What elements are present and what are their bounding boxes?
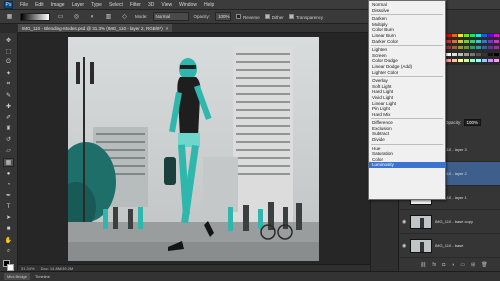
menu-file[interactable]: File: [20, 2, 28, 8]
menu-view[interactable]: View: [161, 2, 172, 8]
status-bar: 31.34% Doc: 14.8M/39.2M: [18, 264, 370, 271]
new-layer-icon[interactable]: ⊞: [471, 262, 475, 270]
menu-filter[interactable]: Filter: [130, 2, 141, 8]
reflected-gradient-icon[interactable]: ▥: [103, 12, 114, 21]
blend-mode-option[interactable]: Luminosity: [369, 162, 445, 169]
photoshop-logo: Ps: [4, 0, 13, 9]
menu-help[interactable]: Help: [204, 2, 214, 8]
hand-tool-icon[interactable]: ✋: [3, 236, 14, 244]
tab-timeline[interactable]: Timeline: [32, 273, 53, 280]
menu-layer[interactable]: Layer: [72, 2, 85, 8]
radial-gradient-icon[interactable]: ◎: [71, 12, 82, 21]
menu-separator: [371, 76, 443, 78]
crop-tool-icon[interactable]: ⌗: [3, 80, 14, 88]
transparency-option[interactable]: Transparency: [288, 13, 324, 20]
menu-select[interactable]: Select: [109, 2, 123, 8]
menu-type[interactable]: Type: [91, 2, 102, 8]
reverse-checkbox[interactable]: [236, 13, 242, 19]
zoom-level[interactable]: 31.34%: [21, 266, 35, 271]
canvas-image[interactable]: [68, 37, 319, 261]
blend-mode-menu: Normal Dissolve Darken Multiply Color Burn Li…: [368, 0, 446, 200]
eyedropper-icon[interactable]: ✎: [3, 91, 14, 99]
blend-mode-option[interactable]: Lighter Color: [369, 70, 445, 76]
reverse-label: Reverse: [243, 14, 260, 20]
move-tool-icon[interactable]: ✥: [3, 36, 14, 44]
shape-tool-icon[interactable]: ■: [3, 225, 14, 233]
tab-mini-bridge[interactable]: Mini Bridge: [4, 273, 31, 280]
new-adjustment-icon[interactable]: ◑: [451, 262, 454, 270]
close-icon[interactable]: ×: [166, 26, 169, 31]
layer-name: IMG_110 - base copy: [435, 219, 473, 224]
menu-separator: [371, 45, 443, 47]
opacity-label: Opacity:: [193, 14, 211, 19]
document-size[interactable]: Doc: 14.8M/39.2M: [41, 266, 74, 271]
document-tabs: IMG_110 - Blending-Modes.psd @ 31.3% (IM…: [18, 24, 370, 33]
layer-opacity-label: Opacity:: [445, 119, 462, 125]
path-selection-icon[interactable]: ➤: [3, 214, 14, 222]
add-mask-icon[interactable]: ◘: [442, 262, 445, 270]
healing-brush-icon[interactable]: ✚: [3, 102, 14, 110]
reverse-option[interactable]: Reverse: [236, 13, 260, 20]
blend-mode-option[interactable]: Hard Mix: [369, 112, 445, 118]
gradient-tool-icon[interactable]: ▦: [4, 12, 15, 21]
mode-select[interactable]: Normal: [152, 12, 189, 21]
blend-mode-option[interactable]: Divide: [369, 137, 445, 143]
layer-thumbnail: [410, 214, 432, 229]
zoom-tool-icon[interactable]: ⌕: [3, 247, 14, 255]
dither-label: Dither: [271, 14, 284, 20]
menu-separator: [371, 14, 443, 16]
gradient-tool-icon[interactable]: ▦: [3, 157, 14, 167]
menu-separator: [371, 118, 443, 120]
brush-tool-icon[interactable]: ✐: [3, 113, 14, 121]
tools-panel: ✥ ⬚ ʘ ✦ ⌗ ✎ ✚ ✐ ♜ ↺ ▱ ▦ ● ◔ ✒ T ➤ ■ ✋ ⌕: [0, 33, 18, 272]
dither-checkbox[interactable]: [264, 13, 270, 19]
angle-gradient-icon[interactable]: ◐: [87, 12, 98, 21]
bottom-panel-tabs: Mini Bridge Timeline: [0, 271, 500, 281]
mode-label: Mode:: [135, 14, 148, 19]
layer-opacity-field[interactable]: 100%: [463, 118, 482, 126]
swatches-panel[interactable]: [445, 33, 500, 65]
linear-gradient-icon[interactable]: ▭: [55, 12, 66, 21]
color-swatches[interactable]: [2, 260, 15, 272]
layer-opacity-row: Opacity: 100%: [445, 118, 500, 126]
blur-tool-icon[interactable]: ●: [3, 170, 14, 178]
layer-row[interactable]: ◉ IMG_110 - base copy: [400, 210, 500, 234]
document-tab-title: IMG_110 - Blending-Modes.psd @ 31.3% (IM…: [22, 25, 163, 31]
menu-image[interactable]: Image: [51, 2, 65, 8]
transparency-label: Transparency: [295, 14, 324, 20]
layer-name: IMG_110 - base: [435, 243, 464, 248]
menu-window[interactable]: Window: [179, 2, 197, 8]
layer-style-icon[interactable]: fx: [432, 262, 436, 270]
document-tab[interactable]: IMG_110 - Blending-Modes.psd @ 31.3% (IM…: [18, 24, 173, 32]
menu-edit[interactable]: Edit: [35, 2, 44, 8]
transparency-checkbox[interactable]: [288, 13, 294, 19]
clone-stamp-icon[interactable]: ♜: [3, 125, 14, 133]
layer-thumbnail: [410, 238, 432, 253]
marquee-tool-icon[interactable]: ⬚: [3, 47, 14, 55]
blend-mode-option[interactable]: Dissolve: [369, 8, 445, 14]
menu-3d[interactable]: 3D: [148, 2, 154, 8]
lasso-tool-icon[interactable]: ʘ: [3, 58, 14, 66]
visibility-eye-icon[interactable]: ◉: [402, 243, 407, 249]
new-group-icon[interactable]: ▭: [460, 262, 465, 270]
gradient-picker[interactable]: [20, 12, 50, 21]
menu-separator: [371, 143, 443, 145]
layers-panel-buttons: ⛓ fx ◘ ◑ ▭ ⊞ 🗑: [400, 262, 500, 270]
pen-tool-icon[interactable]: ✒: [3, 192, 14, 200]
blend-mode-option[interactable]: Darker Color: [369, 39, 445, 45]
dodge-tool-icon[interactable]: ◔: [3, 181, 14, 189]
history-brush-icon[interactable]: ↺: [3, 136, 14, 144]
street-photo: [68, 37, 319, 261]
diamond-gradient-icon[interactable]: ◇: [119, 12, 130, 21]
opacity-field[interactable]: 100%: [215, 12, 232, 21]
visibility-eye-icon[interactable]: ◉: [402, 219, 407, 225]
link-layers-icon[interactable]: ⛓: [420, 262, 426, 270]
eraser-icon[interactable]: ▱: [3, 147, 14, 155]
magic-wand-icon[interactable]: ✦: [3, 69, 14, 77]
type-tool-icon[interactable]: T: [3, 203, 14, 211]
dither-option[interactable]: Dither: [264, 13, 284, 20]
layer-row[interactable]: ◉ IMG_110 - base: [400, 234, 500, 258]
delete-layer-icon[interactable]: 🗑: [481, 262, 487, 270]
